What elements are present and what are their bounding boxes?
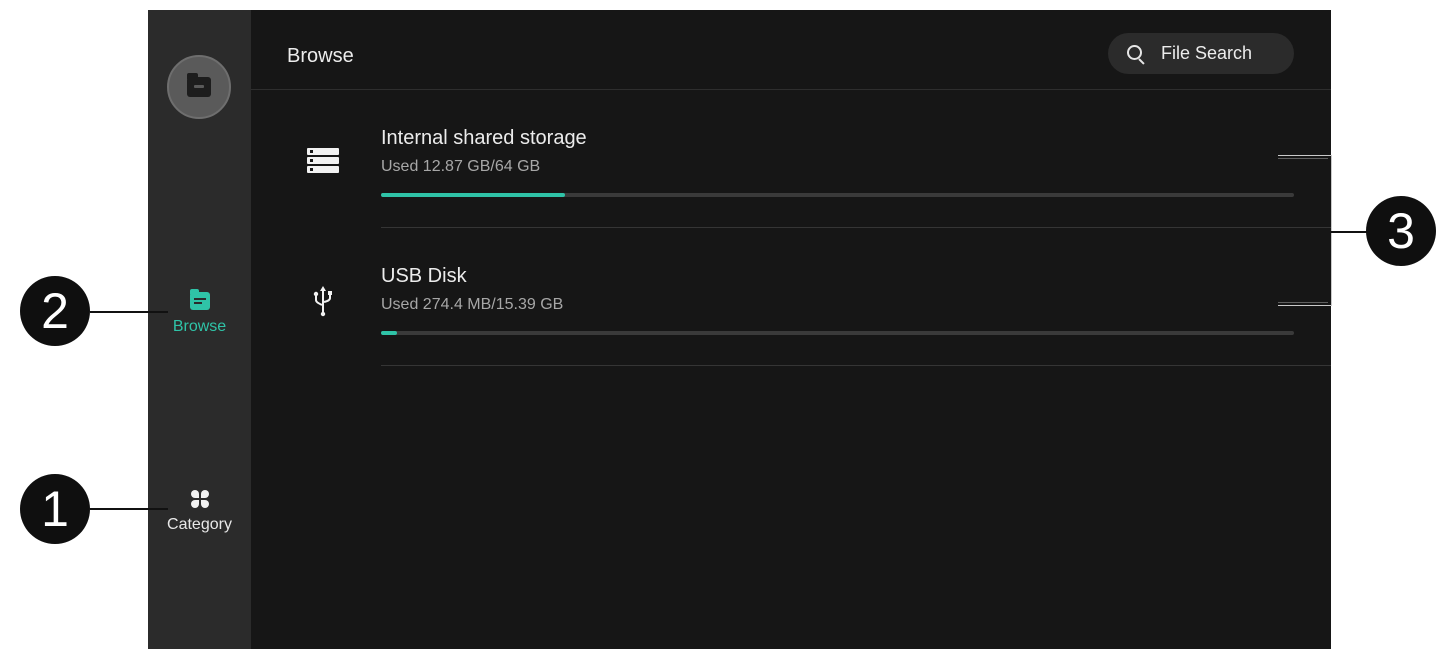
main-content: Browse File Search Internal shared stora… — [251, 10, 1331, 649]
storage-usage: Used 274.4 MB/15.39 GB — [381, 296, 564, 313]
callout-3-circle: 3 — [1366, 196, 1436, 266]
callout-1-circle: 1 — [20, 474, 90, 544]
callout-3-bracket-top — [1278, 158, 1328, 159]
callout-1-line — [90, 508, 168, 510]
app-logo — [167, 55, 231, 119]
callout-2-circle: 2 — [20, 276, 90, 346]
file-manager-window: Browse Category Browse File Search Inter… — [148, 10, 1331, 649]
search-icon — [1127, 44, 1145, 63]
sidebar-item-browse[interactable]: Browse — [148, 289, 251, 336]
sidebar-item-label: Category — [167, 516, 232, 533]
stage: Browse Category Browse File Search Inter… — [0, 0, 1438, 649]
storage-progress-bar — [381, 193, 1294, 197]
sidebar-item-category[interactable]: Category — [148, 488, 251, 534]
callout-3-line — [1331, 231, 1371, 233]
file-search-button[interactable]: File Search — [1108, 33, 1294, 74]
folder-document-icon — [189, 289, 210, 310]
storage-progress-fill — [381, 193, 565, 197]
usb-icon — [313, 286, 332, 317]
folder-icon — [187, 73, 211, 97]
storage-progress-fill — [381, 331, 397, 335]
sidebar-item-label: Browse — [172, 318, 227, 335]
storage-item-usb[interactable]: USB Disk Used 274.4 MB/15.39 GB — [251, 228, 1331, 366]
storage-name: USB Disk — [381, 265, 467, 287]
callout-3-bracket — [1278, 155, 1332, 306]
callout-2-line — [90, 311, 168, 313]
server-icon — [307, 148, 339, 173]
storage-progress-bar — [381, 331, 1294, 335]
page-title: Browse — [287, 45, 354, 67]
search-label: File Search — [1161, 43, 1253, 63]
storage-item-internal[interactable]: Internal shared storage Used 12.87 GB/64… — [251, 90, 1331, 228]
callout-3-bracket-bottom — [1278, 302, 1328, 303]
divider — [381, 365, 1331, 366]
storage-name: Internal shared storage — [381, 127, 587, 149]
category-grid-icon — [190, 490, 209, 508]
sidebar: Browse Category — [148, 10, 251, 649]
storage-usage: Used 12.87 GB/64 GB — [381, 158, 541, 175]
header: Browse File Search — [251, 10, 1331, 90]
